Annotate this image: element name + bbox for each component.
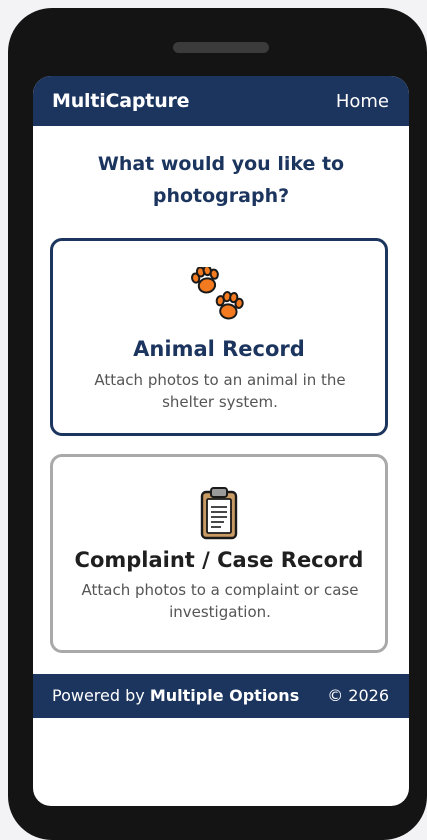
app-title: MultiCapture [52,90,190,112]
page-question: What would you like to photograph? [97,153,345,207]
app-screen: MultiCapture Home What would you like to… [33,76,409,806]
home-link[interactable]: Home [336,91,389,112]
animal-record-card[interactable]: Animal Record Attach photos to an animal… [50,238,388,436]
complaint-case-record-title: Complaint / Case Record [74,548,364,572]
top-nav-bar: MultiCapture Home [33,76,409,126]
paw-prints-icon [53,264,385,329]
phone-speaker [173,42,269,53]
footer-powered-by: Powered by Multiple Options [52,686,299,705]
footer-bar: Powered by Multiple Options © 2026 [33,674,409,718]
phone-frame: MultiCapture Home What would you like to… [8,8,427,840]
clipboard-icon [53,485,385,545]
complaint-case-record-description: Attach photos to a complaint or case inv… [81,581,359,621]
footer-brand: Multiple Options [149,686,300,705]
complaint-case-record-card[interactable]: Complaint / Case Record Attach photos to… [50,454,388,653]
animal-record-title: Animal Record [133,337,305,361]
footer-copyright: © 2026 [327,686,389,705]
animal-record-description: Attach photos to an animal in the shelte… [94,371,346,411]
footer-powered-prefix: Powered by [52,686,145,705]
